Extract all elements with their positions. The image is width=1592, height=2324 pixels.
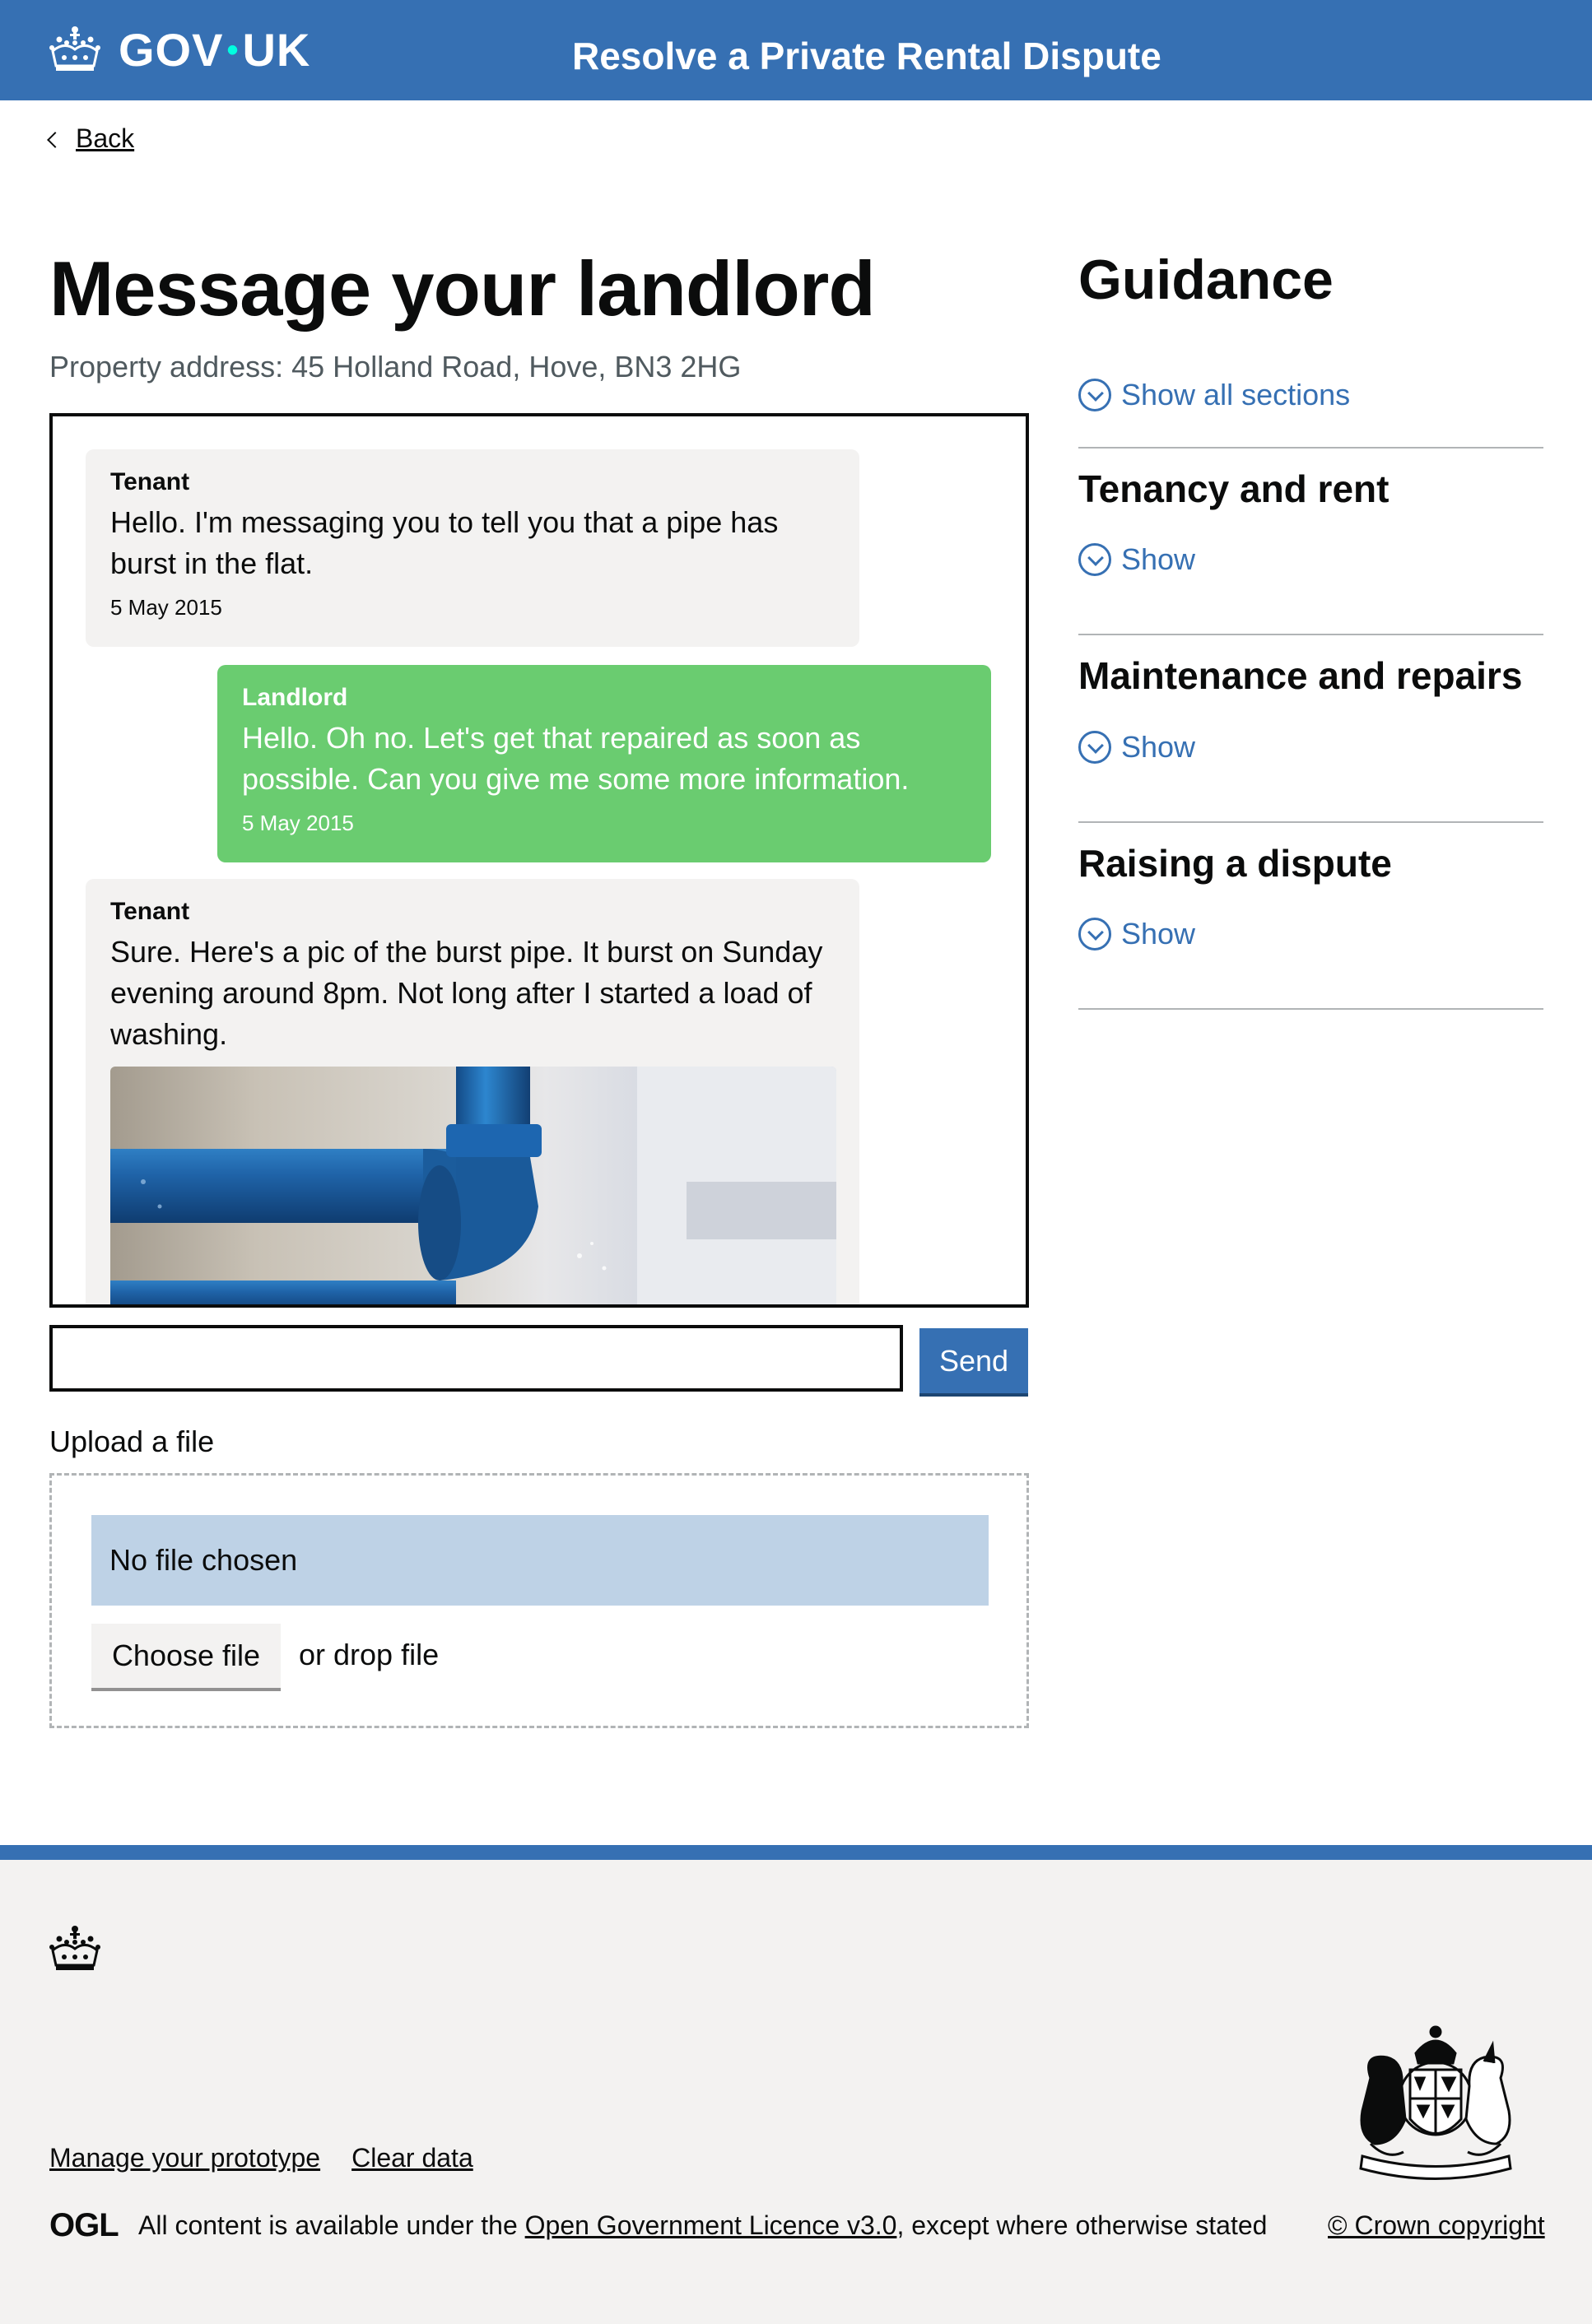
accordion-show-button[interactable]: Show [1078, 541, 1195, 578]
message-bubble-landlord: Landlord Hello. Oh no. Let's get that re… [217, 665, 991, 862]
message-text: Hello. I'm messaging you to tell you tha… [110, 505, 779, 580]
burst-pipe-photo[interactable] [110, 1067, 836, 1304]
logo-text-uk: UK [242, 24, 311, 76]
crown-icon [49, 26, 100, 71]
page-title: Message your landlord [49, 245, 876, 332]
file-drop-zone[interactable]: No file chosen Choose file or drop file [49, 1473, 1029, 1728]
accordion-section-title[interactable]: Raising a dispute [1078, 840, 1392, 886]
govuk-wordmark: GOV •UK [119, 27, 310, 73]
message-bubble-tenant: Tenant Sure. Here's a pic of the burst p… [86, 879, 859, 1304]
chevron-down-circle-icon [1078, 918, 1111, 951]
chevron-down-circle-icon [1078, 379, 1111, 411]
accordion-show-label: Show [1121, 917, 1196, 951]
chevron-down-circle-icon [1078, 543, 1111, 576]
licence-suffix: , except where otherwise stated [896, 2210, 1268, 2240]
chevron-down-circle-icon [1078, 731, 1111, 764]
logo-text-gov: GOV [119, 24, 224, 76]
accordion-show-label: Show [1121, 542, 1196, 576]
message-text: Hello. Oh no. Let's get that repaired as… [242, 721, 910, 796]
back-link-label: Back [76, 123, 135, 153]
licence-prefix: All content is available under the [138, 2210, 525, 2240]
message-author: Tenant [110, 468, 190, 495]
crown-icon [49, 1926, 100, 1970]
property-address: Property address: 45 Holland Road, Hove,… [49, 350, 742, 383]
site-footer: Manage your prototype Clear data OGL All… [0, 1860, 1592, 2324]
back-link[interactable]: Back [47, 123, 135, 154]
ogl-logo: OGL [49, 2207, 119, 2243]
chevron-left-icon [47, 131, 63, 148]
crown-copyright-link[interactable]: © Crown copyright [1328, 2209, 1545, 2242]
burst-pipe-illustration [110, 1067, 836, 1304]
clear-data-link[interactable]: Clear data [351, 2141, 473, 2174]
service-name-link[interactable]: Resolve a Private Rental Dispute [572, 31, 1161, 81]
licence-text: All content is available under the Open … [138, 2209, 1267, 2242]
message-text: Sure. Here's a pic of the burst pipe. It… [110, 935, 823, 1051]
manage-prototype-link[interactable]: Manage your prototype [49, 2141, 320, 2174]
govuk-logo-link[interactable]: GOV •UK [48, 20, 310, 81]
section-divider [1078, 634, 1543, 635]
message-bubble-tenant: Tenant Hello. I'm messaging you to tell … [86, 449, 859, 647]
section-divider [1078, 1008, 1543, 1010]
upload-label: Upload a file [49, 1425, 215, 1458]
open-government-licence-link[interactable]: Open Government Licence v3.0 [525, 2210, 897, 2240]
message-input[interactable] [49, 1325, 903, 1392]
accordion-show-button[interactable]: Show [1078, 916, 1195, 952]
message-author: Tenant [110, 898, 190, 925]
footer-links: Manage your prototype Clear data [49, 2141, 473, 2174]
drop-file-text: or drop file [299, 1638, 440, 1671]
file-status: No file chosen [91, 1515, 989, 1606]
accordion-section-title[interactable]: Tenancy and rent [1078, 466, 1389, 512]
show-all-sections-button[interactable]: Show all sections [1078, 377, 1350, 413]
send-button[interactable]: Send [919, 1328, 1028, 1393]
guidance-title: Guidance [1078, 249, 1334, 311]
choose-file-button[interactable]: Choose file [91, 1624, 281, 1688]
footer-top-border [0, 1845, 1592, 1860]
message-author: Landlord [242, 684, 348, 711]
section-divider [1078, 447, 1543, 449]
site-header: GOV •UK Resolve a Private Rental Dispute [0, 0, 1592, 100]
section-divider [1078, 821, 1543, 823]
royal-coat-of-arms-icon [1359, 2025, 1512, 2180]
logo-dot: • [226, 32, 240, 68]
message-thread[interactable]: Tenant Hello. I'm messaging you to tell … [49, 413, 1029, 1308]
message-date: 5 May 2015 [242, 811, 354, 835]
show-all-sections-label: Show all sections [1121, 378, 1351, 411]
accordion-section-title[interactable]: Maintenance and repairs [1078, 653, 1522, 699]
accordion-show-label: Show [1121, 730, 1196, 764]
message-date: 5 May 2015 [110, 595, 222, 620]
accordion-show-button[interactable]: Show [1078, 729, 1195, 765]
